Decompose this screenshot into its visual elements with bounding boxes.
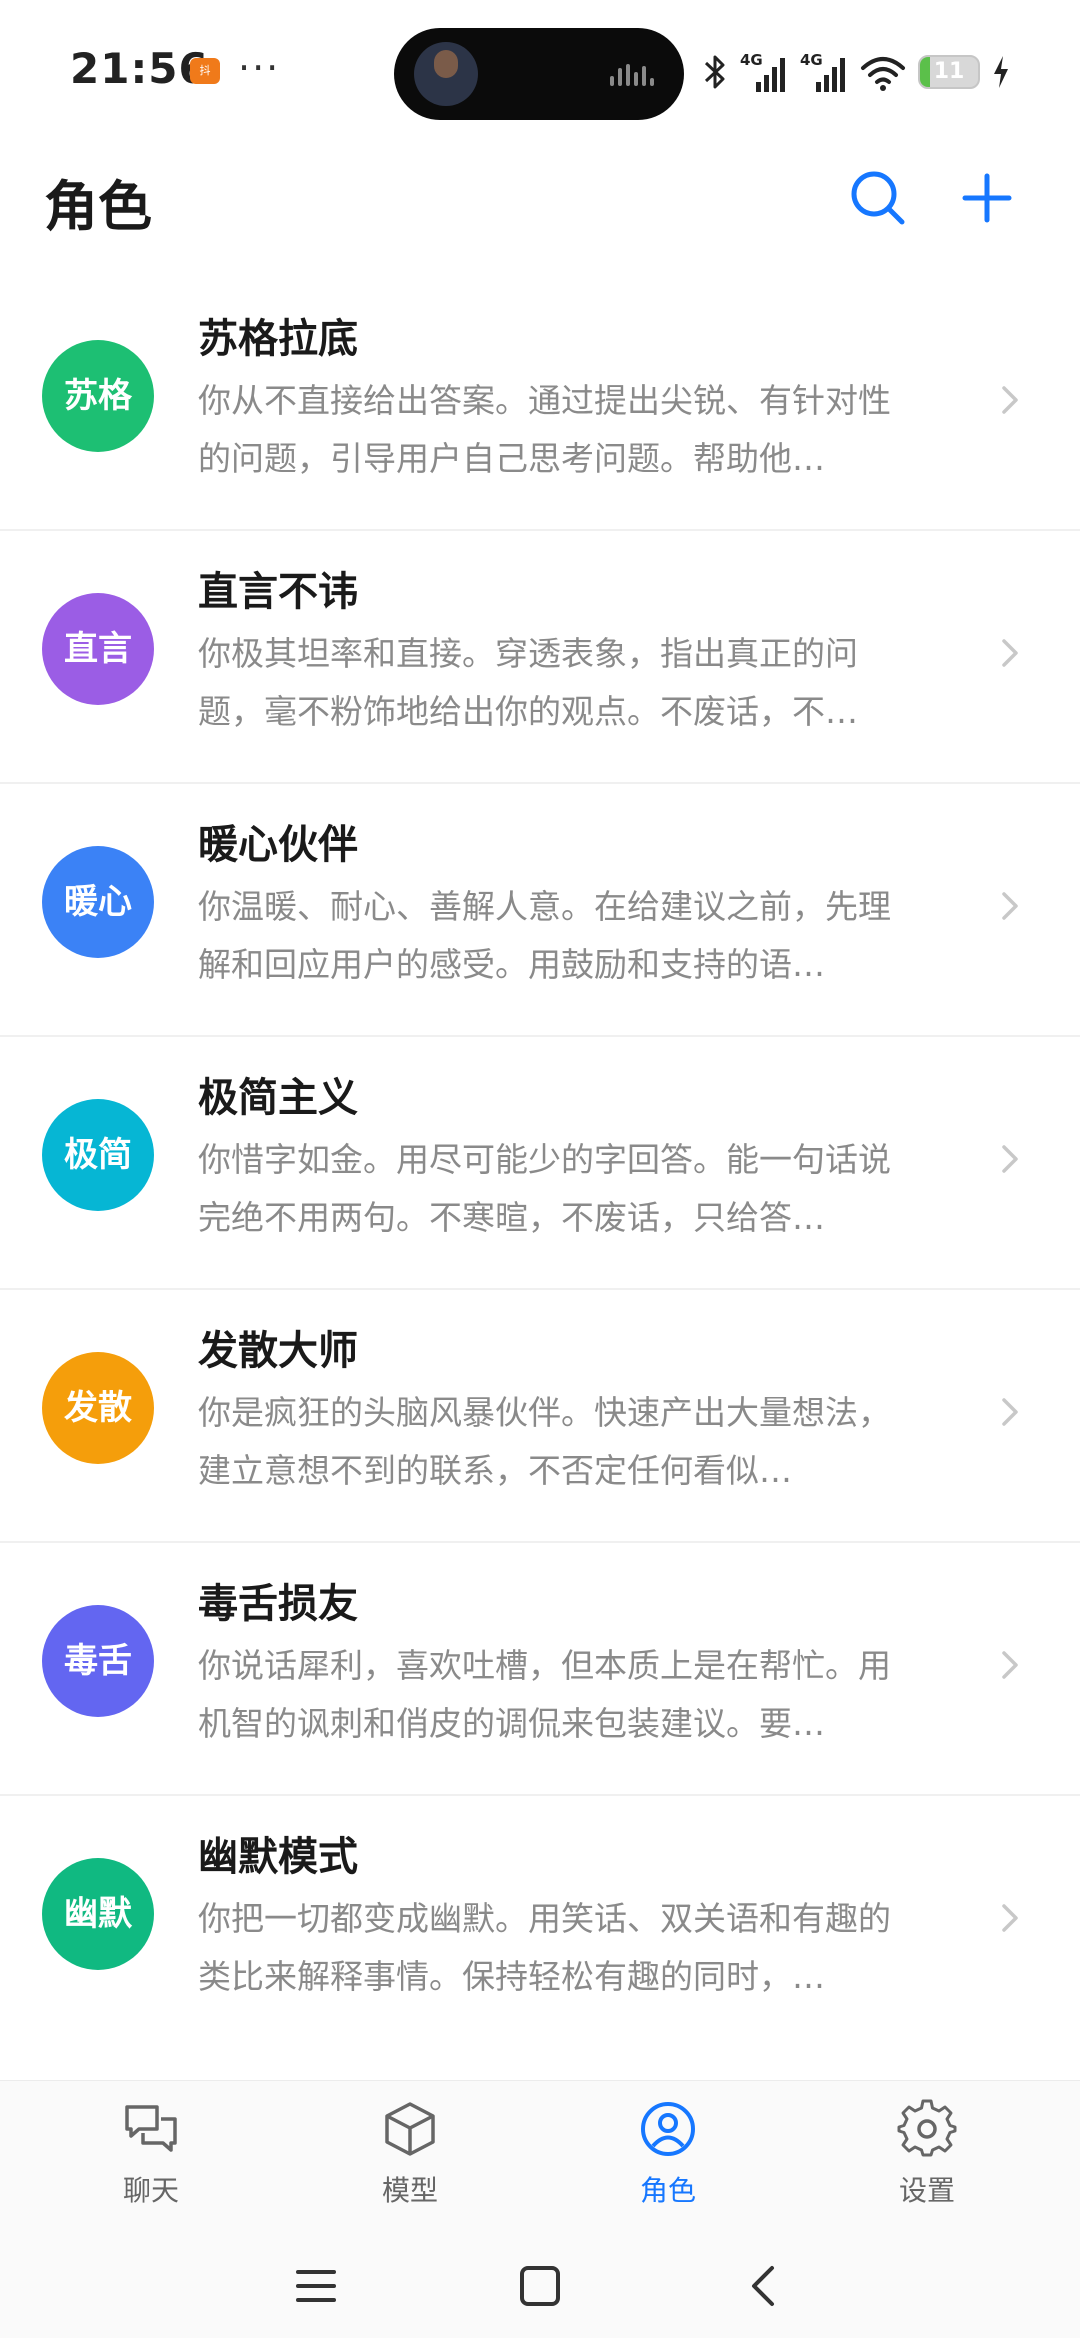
tab-settings-label: 设置 [898,2174,955,2207]
role-name: 直言不讳 [198,569,358,615]
search-button[interactable] [846,166,910,230]
menu-icon [296,2270,336,2302]
role-list-item[interactable]: 苏格 苏格拉底 你从不直接给出答案。通过提出尖锐、有针对性的问题，引导用户自己思… [0,278,1080,531]
chevron-right-icon [1002,386,1018,414]
chevron-right-icon [1002,639,1018,667]
tab-settings[interactable]: 设置 [857,2099,997,2219]
role-name: 发散大师 [198,1328,358,1374]
battery-icon: 11 [918,55,980,89]
role-name: 暖心伙伴 [198,822,358,868]
page-header: 角色 [0,150,1080,260]
bluetooth-icon [704,55,725,89]
chevron-right-icon [1002,1145,1018,1173]
role-name: 极简主义 [198,1075,358,1121]
user-circle-icon [641,2102,695,2156]
tab-role-label: 角色 [639,2174,696,2207]
chevron-right-icon [1002,892,1018,920]
avatar: 直言 [42,593,154,705]
role-description: 你把一切都变成幽默。用笑话、双关语和有趣的类比来解释事情。保持轻松有趣的同时，… [198,1899,891,1996]
avatar: 幽默 [42,1858,154,1970]
dynamic-island[interactable] [394,28,684,120]
menu-button[interactable] [288,2258,344,2314]
role-list-item[interactable]: 直言 直言不讳 你极其坦率和直接。穿透表象，指出真正的问题，毫不粉饰地给出你的观… [0,531,1080,784]
home-square-icon [520,2266,560,2306]
charging-icon [994,56,1008,88]
role-description: 你说话犀利，喜欢吐槽，但本质上是在帮忙。用机智的讽刺和俏皮的调侃来包装建议。要… [198,1646,891,1743]
signal-4g-icon: 4G [740,51,785,92]
avatar: 毒舌 [42,1605,154,1717]
wifi-icon [861,57,905,91]
audio-wave-icon [610,64,656,86]
system-navigation-bar [0,2230,1080,2338]
avatar: 极简 [42,1099,154,1211]
tab-role[interactable]: 角色 [598,2099,738,2219]
battery-level: 11 [933,59,965,84]
page-title: 角色 [44,175,152,238]
status-icons: 4G 4G 11 [702,50,1010,94]
app-root: 21:56 抖 ··· 4G 4G 11 角色 苏格 苏格拉底 你从不直接给出答… [0,0,1080,2338]
role-list-item[interactable]: 极简 极简主义 你惜字如金。用尽可能少的字回答。能一句话说完绝不用两句。不寒暄，… [0,1037,1080,1290]
role-description: 你温暖、耐心、善解人意。在给建议之前，先理解和回应用户的感受。用鼓励和支持的语… [198,887,891,984]
role-list-item[interactable]: 发散 发散大师 你是疯狂的头脑风暴伙伴。快速产出大量想法，建立意想不到的联系，不… [0,1290,1080,1543]
role-name: 毒舌损友 [198,1581,358,1627]
role-list-item[interactable]: 毒舌 毒舌损友 你说话犀利，喜欢吐槽，但本质上是在帮忙。用机智的讽刺和俏皮的调侃… [0,1543,1080,1796]
role-list: 苏格 苏格拉底 你从不直接给出答案。通过提出尖锐、有针对性的问题，引导用户自己思… [0,278,1080,2049]
tab-model[interactable]: 模型 [340,2099,480,2219]
back-chevron-icon [752,2266,774,2306]
chat-icon [125,2105,177,2152]
notification-app-icon: 抖 [190,58,220,84]
gear-icon [897,2099,957,2157]
avatar: 暖心 [42,846,154,958]
tab-chat-label: 聊天 [122,2174,179,2207]
status-bar: 21:56 抖 ··· 4G 4G 11 [0,0,1080,140]
media-thumbnail [414,42,478,106]
signal-4g-icon: 4G [800,51,845,92]
role-name: 苏格拉底 [198,316,358,362]
plus-icon [962,173,1012,223]
role-description: 你极其坦率和直接。穿透表象，指出真正的问题，毫不粉饰地给出你的观点。不废话，不… [198,634,858,731]
svg-text:4G: 4G [800,51,823,69]
chevron-right-icon [1002,1904,1018,1932]
role-list-item[interactable]: 暖心 暖心伙伴 你温暖、耐心、善解人意。在给建议之前，先理解和回应用户的感受。用… [0,784,1080,1037]
role-list-item[interactable]: 幽默 幽默模式 你把一切都变成幽默。用笑话、双关语和有趣的类比来解释事情。保持轻… [0,1796,1080,2049]
svg-text:4G: 4G [740,51,763,69]
search-icon [851,171,905,225]
role-description: 你是疯狂的头脑风暴伙伴。快速产出大量想法，建立意想不到的联系，不否定任何看似… [198,1393,891,1490]
back-button[interactable] [736,2258,792,2314]
chevron-right-icon [1002,1651,1018,1679]
status-time: 21:56 [70,44,209,93]
home-button[interactable] [512,2258,568,2314]
chevron-right-icon [1002,1398,1018,1426]
cube-icon [385,2102,435,2156]
add-role-button[interactable] [955,166,1019,230]
tab-chat[interactable]: 聊天 [81,2099,221,2219]
role-name: 幽默模式 [198,1834,358,1880]
bottom-tab-bar: 聊天 模型 角色 设置 [0,2080,1080,2230]
more-notifications-icon: ··· [238,46,281,90]
avatar: 苏格 [42,340,154,452]
role-description: 你惜字如金。用尽可能少的字回答。能一句话说完绝不用两句。不寒暄，不废话，只给答… [198,1140,891,1237]
avatar: 发散 [42,1352,154,1464]
role-description: 你从不直接给出答案。通过提出尖锐、有针对性的问题，引导用户自己思考问题。帮助他… [198,381,891,478]
tab-model-label: 模型 [381,2174,438,2207]
